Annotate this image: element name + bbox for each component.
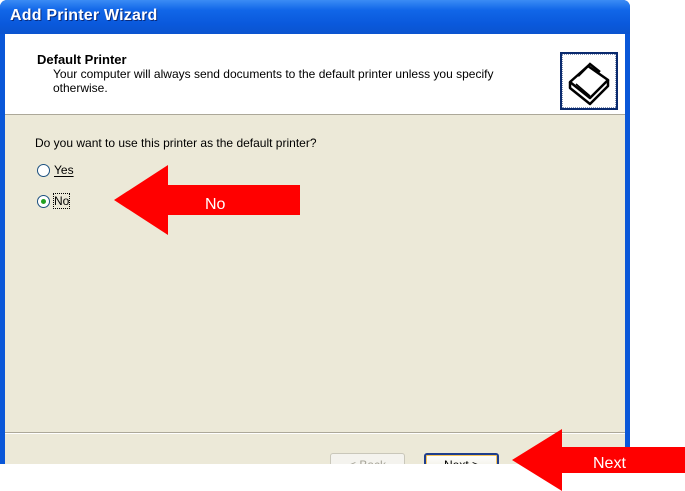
back-button[interactable]: < Back xyxy=(330,453,405,464)
no-radio-button[interactable] xyxy=(37,194,50,208)
default-printer-question: Do you want to use this printer as the d… xyxy=(35,136,317,150)
yes-radio-label: Yes xyxy=(54,163,74,177)
no-arrow-label: No xyxy=(205,196,226,213)
page-title: Default Printer xyxy=(37,52,127,67)
next-button[interactable]: Next > xyxy=(424,453,499,464)
title-bar[interactable]: Add Printer Wizard xyxy=(0,0,630,34)
no-radio-label: No xyxy=(52,193,71,209)
wizard-client-area: Default Printer Your computer will alway… xyxy=(5,34,625,464)
next-arrow-label: Next xyxy=(593,455,626,472)
yes-radio-button[interactable] xyxy=(37,163,50,177)
window-title: Add Printer Wizard xyxy=(10,7,158,24)
page-subtitle: Your computer will always send documents… xyxy=(53,67,494,95)
printer-icon xyxy=(560,52,618,110)
add-printer-wizard-window: Add Printer Wizard Default Printer Your … xyxy=(0,0,630,464)
wizard-header: Default Printer Your computer will alway… xyxy=(5,34,625,115)
radio-option-yes[interactable]: Yes xyxy=(37,163,74,177)
radio-option-no[interactable]: No xyxy=(37,193,71,209)
